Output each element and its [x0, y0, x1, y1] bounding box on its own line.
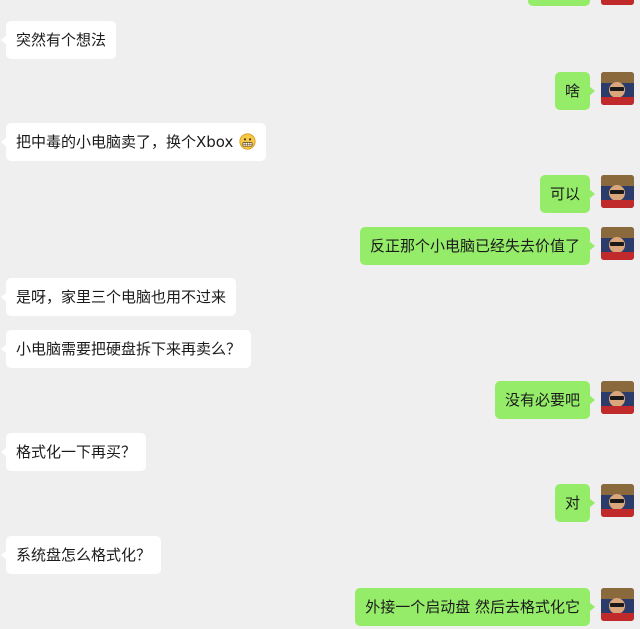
message-bubble-sent: 外接一个启动盘 然后去格式化它 — [355, 588, 595, 626]
message-bubble-received: 小电脑需要把硬盘拆下来再卖么？ — [0, 330, 252, 368]
user-avatar-icon — [601, 175, 634, 208]
user-avatar-icon — [601, 72, 634, 105]
message-text: 没有必要吧 — [504, 391, 580, 409]
message-bubble-sent: 可以 — [539, 175, 596, 213]
message-bubble-sent: 反正那个小电脑已经失去价值了 — [359, 227, 596, 265]
message-text: 可以 — [549, 185, 580, 203]
user-avatar[interactable] — [601, 227, 634, 260]
user-avatar[interactable] — [601, 484, 634, 517]
user-avatar-icon — [601, 484, 634, 517]
message-bubble-received: 格式化一下再买？ — [0, 433, 147, 471]
message-text: 突然有个想法 — [16, 31, 107, 49]
message-text: 反正那个小电脑已经失去价值了 — [369, 237, 580, 255]
message-text: 系统盘怎么格式化？ — [16, 546, 152, 564]
message-text: 外接一个启动盘 然后去格式化它 — [365, 598, 580, 616]
message-text: 格式化一下再买？ — [16, 443, 137, 461]
grimacing-face-emoji-icon — [239, 133, 256, 150]
user-avatar[interactable] — [601, 72, 634, 105]
user-avatar[interactable] — [601, 588, 634, 621]
message-text: 小电脑需要把硬盘拆下来再卖么？ — [16, 340, 242, 358]
message-text: 把中毒的小电脑卖了，换个Xbox — [16, 133, 234, 151]
user-avatar-icon — [601, 588, 634, 621]
message-text: 是呀，家里三个电脑也用不过来 — [16, 288, 227, 306]
message-bubble-sent-clipped — [528, 0, 590, 6]
user-avatar-icon — [601, 381, 634, 414]
message-text: 对 — [564, 494, 580, 512]
message-bubble-received: 是呀，家里三个电脑也用不过来 — [0, 278, 237, 316]
message-bubble-sent: 没有必要吧 — [494, 381, 596, 419]
user-avatar[interactable] — [601, 381, 634, 414]
chat-message-list[interactable]: 突然有个想法 啥 把中毒的小电脑卖了，换个Xbox 可以 反正那个小电脑已经失去… — [0, 0, 640, 629]
message-bubble-sent: 对 — [554, 484, 596, 522]
message-bubble-received: 把中毒的小电脑卖了，换个Xbox — [0, 123, 267, 161]
message-bubble-sent: 啥 — [554, 72, 596, 110]
message-bubble-received: 突然有个想法 — [0, 21, 117, 59]
message-bubble-received: 系统盘怎么格式化？ — [0, 536, 162, 574]
user-avatar[interactable] — [601, 0, 634, 5]
user-avatar[interactable] — [601, 175, 634, 208]
message-text: 啥 — [564, 82, 580, 100]
user-avatar-icon — [601, 227, 634, 260]
